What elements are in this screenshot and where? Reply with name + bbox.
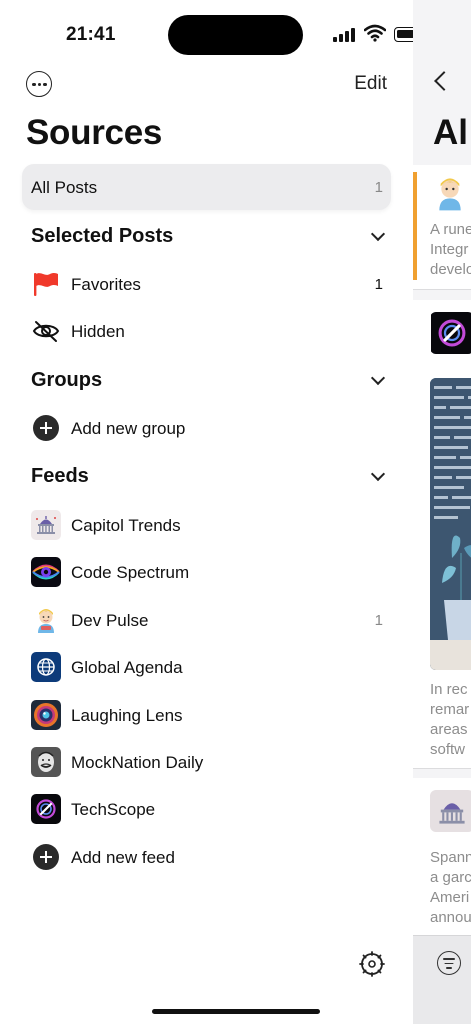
all-posts-label: All Posts bbox=[31, 178, 98, 197]
wifi-icon bbox=[363, 24, 387, 42]
techscope-logo-icon bbox=[31, 794, 61, 824]
plus-circle-icon bbox=[33, 844, 59, 870]
chevron-down-icon bbox=[370, 466, 386, 482]
more-options-icon[interactable] bbox=[26, 71, 52, 97]
developer-avatar-icon bbox=[430, 173, 470, 213]
post-snippet-line: In rec bbox=[430, 681, 468, 698]
post-card[interactable]: A rune Integr develo bbox=[413, 165, 471, 289]
all-posts-count: 1 bbox=[374, 179, 383, 196]
add-new-feed-label: Add new feed bbox=[71, 848, 175, 867]
cellular-signal-icon bbox=[333, 28, 357, 42]
divider bbox=[413, 768, 471, 769]
status-time: 21:41 bbox=[66, 24, 116, 45]
sources-sidebar: 21:41 Edit Sources All Posts 1 Selected … bbox=[0, 0, 413, 1024]
camera-lens-icon bbox=[31, 700, 61, 730]
chevron-down-icon bbox=[370, 226, 386, 242]
capitol-building-icon bbox=[430, 790, 471, 832]
add-new-group-button[interactable]: Add new group bbox=[31, 411, 386, 445]
capitol-building-icon bbox=[31, 510, 61, 540]
sidebar-item-label: Laughing Lens bbox=[71, 706, 183, 725]
sidebar-item-capitol-trends[interactable]: Capitol Trends bbox=[31, 508, 386, 542]
section-feeds[interactable]: Feeds bbox=[31, 462, 389, 492]
sidebar-item-label: Code Spectrum bbox=[71, 563, 190, 582]
home-indicator[interactable] bbox=[152, 1009, 320, 1014]
post-snippet-line: Integr bbox=[430, 241, 469, 258]
sidebar-item-dev-pulse[interactable]: Dev Pulse 1 bbox=[31, 603, 386, 637]
section-title: Groups bbox=[31, 369, 103, 391]
gear-icon[interactable] bbox=[358, 950, 386, 978]
post-snippet-line: annou bbox=[430, 909, 471, 926]
plus-circle-icon bbox=[33, 415, 59, 441]
sidebar-item-label: Dev Pulse bbox=[71, 611, 149, 630]
sidebar-item-code-spectrum[interactable]: Code Spectrum bbox=[31, 555, 386, 589]
post-snippet-line: Ameri bbox=[430, 889, 470, 906]
sidebar-item-label: Favorites bbox=[71, 275, 141, 294]
unread-indicator bbox=[413, 172, 417, 280]
section-title: Selected Posts bbox=[31, 225, 174, 247]
post-snippet-line: develo bbox=[430, 261, 471, 278]
dynamic-island bbox=[168, 15, 303, 55]
sidebar-item-label: TechScope bbox=[71, 800, 156, 819]
face-portrait-icon bbox=[31, 747, 61, 777]
sidebar-item-label: Hidden bbox=[71, 322, 125, 341]
developer-avatar-icon bbox=[31, 605, 61, 635]
sidebar-item-global-agenda[interactable]: Global Agenda bbox=[31, 650, 386, 684]
post-snippet-line: areas bbox=[430, 721, 468, 738]
add-new-feed-button[interactable]: Add new feed bbox=[31, 840, 386, 874]
bottom-toolbar bbox=[413, 935, 471, 1024]
edit-button[interactable]: Edit bbox=[354, 73, 387, 95]
sidebar-item-techscope[interactable]: TechScope bbox=[31, 792, 386, 826]
item-count: 1 bbox=[374, 276, 383, 293]
sidebar-item-hidden[interactable]: Hidden bbox=[31, 314, 386, 348]
divider bbox=[413, 289, 471, 290]
sidebar-item-label: MockNation Daily bbox=[71, 753, 204, 772]
techscope-logo-icon bbox=[430, 312, 471, 354]
post-snippet-line: Spann bbox=[430, 849, 471, 866]
spectrum-eye-icon bbox=[31, 557, 61, 587]
chevron-down-icon bbox=[370, 370, 386, 386]
post-snippet-line: softw bbox=[430, 741, 466, 758]
sidebar-item-laughing-lens[interactable]: Laughing Lens bbox=[31, 698, 386, 732]
all-posts-item[interactable]: All Posts 1 bbox=[22, 164, 391, 210]
sidebar-item-favorites[interactable]: Favorites 1 bbox=[31, 267, 386, 301]
globe-icon bbox=[31, 652, 61, 682]
filter-icon[interactable] bbox=[437, 951, 461, 975]
sidebar-item-mocknation-daily[interactable]: MockNation Daily bbox=[31, 745, 386, 779]
post-snippet-line: A rune bbox=[430, 221, 471, 238]
red-flag-icon bbox=[31, 269, 61, 299]
add-new-group-label: Add new group bbox=[71, 419, 186, 438]
post-card[interactable]: Spann a garc Ameri annou bbox=[413, 778, 471, 935]
section-title: Feeds bbox=[31, 465, 89, 487]
post-hero-image bbox=[430, 378, 471, 670]
post-snippet-line: remar bbox=[430, 701, 470, 718]
page-title: Sources bbox=[26, 113, 163, 152]
detail-pane: Al A rune Integr develo In rec remar are… bbox=[413, 0, 471, 1024]
item-count: 1 bbox=[374, 612, 383, 629]
back-chevron-icon[interactable] bbox=[434, 71, 454, 91]
sidebar-item-label: Capitol Trends bbox=[71, 516, 181, 535]
section-selected-posts[interactable]: Selected Posts bbox=[31, 222, 389, 252]
section-groups[interactable]: Groups bbox=[31, 366, 389, 396]
post-snippet-line: a garc bbox=[430, 869, 471, 886]
eye-slash-icon bbox=[31, 316, 61, 346]
detail-title: Al bbox=[433, 113, 468, 152]
sidebar-item-label: Global Agenda bbox=[71, 658, 183, 677]
